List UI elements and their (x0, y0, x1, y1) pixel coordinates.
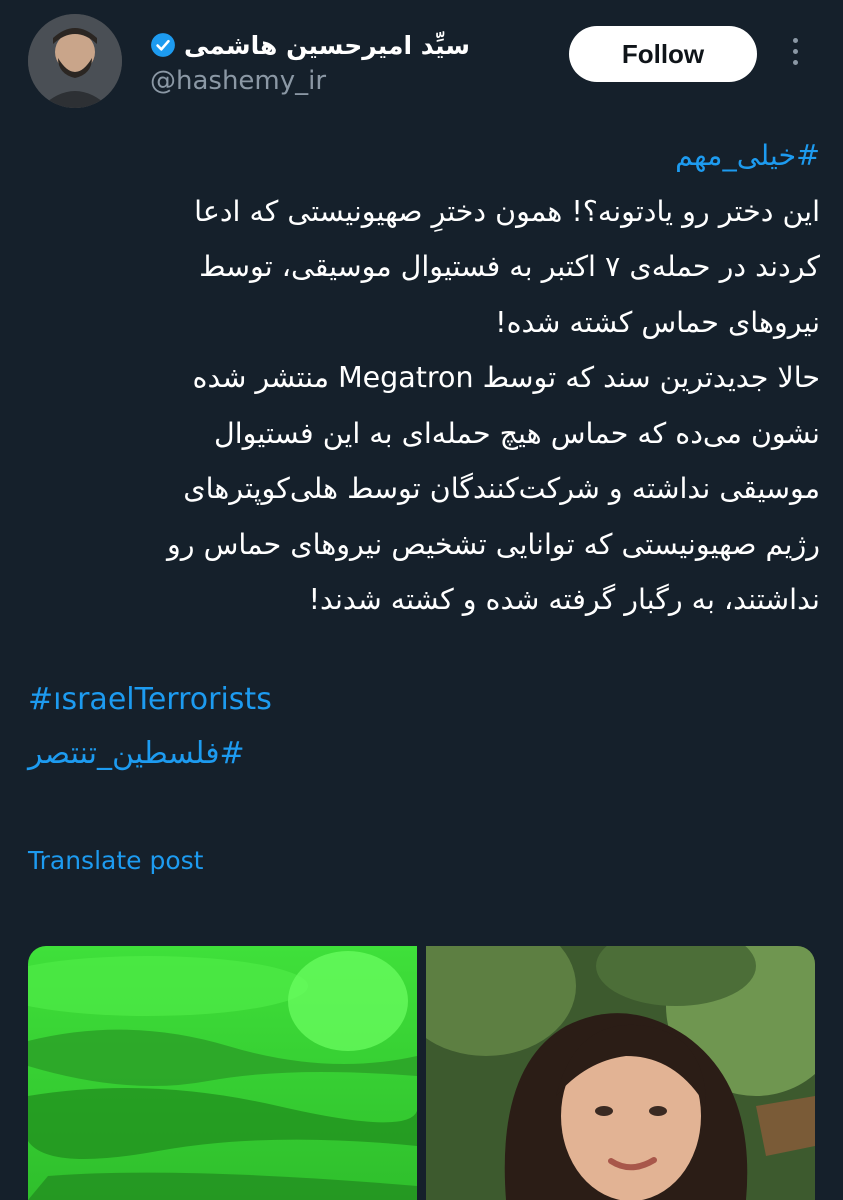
follow-button[interactable]: Follow (569, 26, 757, 82)
hashtag-link[interactable]: #خیلی_مهم (24, 128, 820, 184)
more-vertical-icon[interactable] (788, 38, 802, 72)
media-image-left[interactable] (28, 946, 417, 1200)
post-header: سیِّد امیرحسین هاشمی @hashemy_ir Follow (0, 0, 843, 130)
author-display-name[interactable]: سیِّد امیرحسین هاشمی (184, 31, 470, 60)
post-text-line: رژیم صهیونیستی که توانایی تشخیص نیروهای … (167, 527, 820, 561)
hashtag-link[interactable]: #فلسطین_تنتصر (28, 727, 272, 781)
translate-post-link[interactable]: Translate post (28, 846, 203, 875)
green-night-vision-image (28, 946, 417, 1200)
media-image-right[interactable] (426, 946, 815, 1200)
post-text-line: این دختر رو یادتونه؟! همون دخترِ صهیونیس… (194, 194, 820, 228)
verified-badge-icon (151, 33, 175, 57)
author-handle[interactable]: @hashemy_ir (150, 66, 326, 96)
author-name-row: سیِّد امیرحسین هاشمی (150, 28, 470, 62)
hashtag-list: #ısraelTerrorists #فلسطین_تنتصر (28, 673, 272, 781)
avatar[interactable] (28, 14, 122, 108)
post-text-line: نشون می‌ده که حماس هیچ حمله‌ای به این فس… (214, 416, 820, 450)
post-text-line: نداشتند، به رگبار گرفته شده و کشته شدند! (308, 583, 820, 616)
post-text-line: نیروهای حماس کشته شده! (495, 305, 820, 339)
post-text-line: کردند در حمله‌ی ۷ اکتبر به فستیوال موسیق… (199, 250, 820, 283)
post-text-line: موسیقی نداشته و شرکت‌کنندگان توسط هلی‌کو… (183, 472, 820, 505)
woman-portrait-image (426, 946, 815, 1200)
hashtag-link[interactable]: #ısraelTerrorists (28, 673, 272, 727)
post-text: #خیلی_مهم این دختر رو یادتونه؟! همون دخت… (24, 128, 820, 628)
post-text-line: حالا جدیدترین سند که توسط Megatron منتشر… (192, 361, 820, 394)
